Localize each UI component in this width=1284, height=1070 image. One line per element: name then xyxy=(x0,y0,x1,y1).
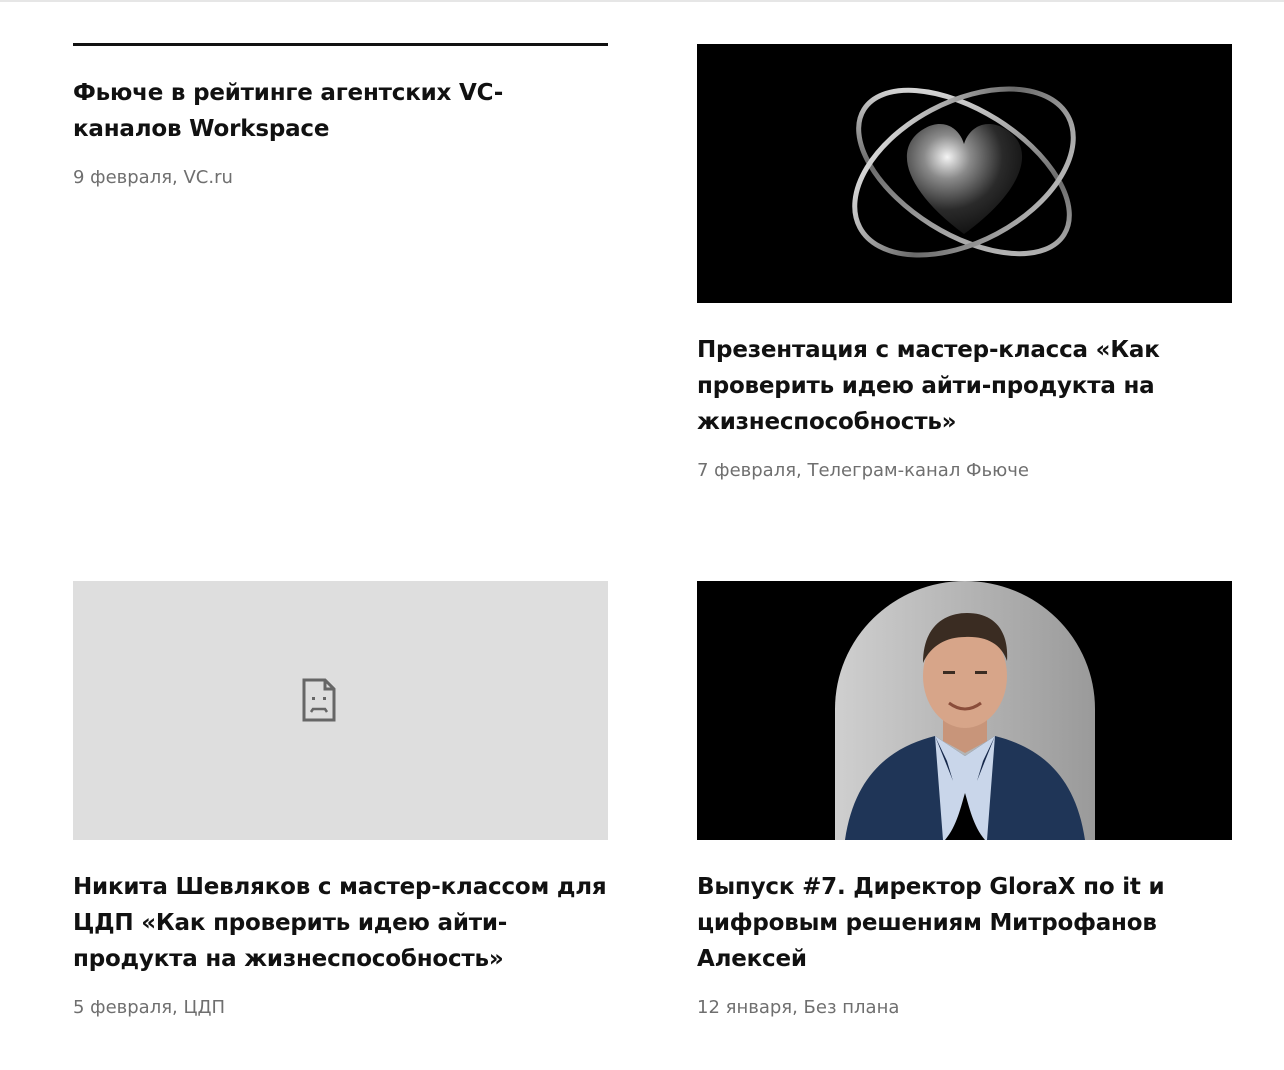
article-card[interactable]: Выпуск #7. Директор GloraX по it и цифро… xyxy=(697,581,1232,1020)
article-title[interactable]: Презентация с мастер-класса «Как провери… xyxy=(697,332,1232,440)
speaker-portrait-image xyxy=(835,581,1095,840)
article-image[interactable] xyxy=(697,44,1232,303)
article-card[interactable]: Презентация с мастер-класса «Как провери… xyxy=(697,44,1232,483)
broken-image-icon xyxy=(302,678,336,722)
article-card[interactable]: Фьюче в рейтинге агентских VC-каналов Wo… xyxy=(73,43,608,190)
card-divider xyxy=(73,43,608,46)
article-card[interactable]: Никита Шевляков с мастер-классом для ЦДП… xyxy=(73,581,608,1020)
article-image[interactable] xyxy=(697,581,1232,840)
article-image-placeholder[interactable] xyxy=(73,581,608,840)
article-meta: 12 января, Без плана xyxy=(697,997,900,1018)
heart-with-rings-image xyxy=(852,86,1076,258)
article-title[interactable]: Выпуск #7. Директор GloraX по it и цифро… xyxy=(697,869,1232,977)
article-title[interactable]: Фьюче в рейтинге агентских VC-каналов Wo… xyxy=(73,75,608,147)
article-meta: 9 февраля, VC.ru xyxy=(73,167,233,188)
article-title[interactable]: Никита Шевляков с мастер-классом для ЦДП… xyxy=(73,869,608,977)
page-top-edge xyxy=(0,0,1284,2)
article-meta: 5 февраля, ЦДП xyxy=(73,997,226,1018)
article-meta: 7 февраля, Телеграм-канал Фьюче xyxy=(697,460,1030,481)
